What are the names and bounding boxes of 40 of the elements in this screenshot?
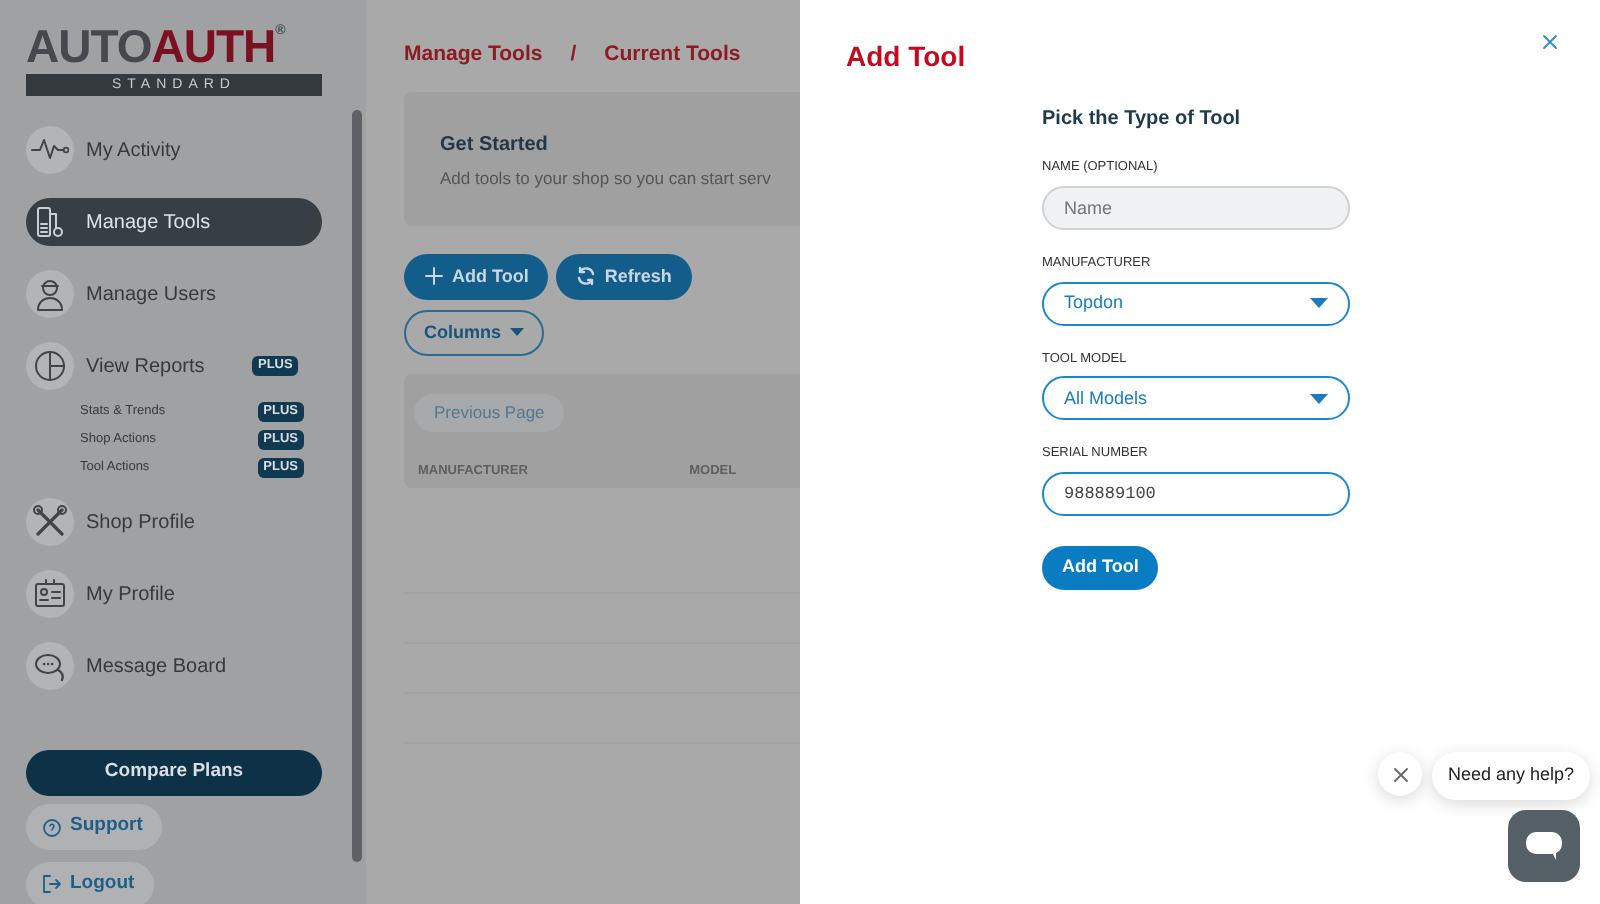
compare-plans-button[interactable]: Compare Plans: [26, 750, 322, 796]
card-text: Add tools to your shop so you can start serv: [440, 165, 773, 191]
breadcrumb-link[interactable]: Manage Tools: [404, 40, 543, 72]
refresh-icon: [576, 266, 597, 287]
chat-icon: [1526, 832, 1562, 860]
caret-icon: [509, 328, 524, 337]
form-heading: Pick the Type of Tool: [1042, 106, 1243, 134]
footer-link[interactable]: Support: [26, 804, 163, 850]
nav-item[interactable]: Shop Profile: [26, 498, 322, 546]
logout-icon: [42, 874, 62, 894]
dropdown-field[interactable]: All Models: [1042, 376, 1350, 421]
logo-text: AUTH: [151, 20, 276, 72]
add-tool-button[interactable]: Add Tool: [1042, 545, 1159, 590]
nav-item[interactable]: My Activity: [26, 126, 322, 174]
logo-text: AUTO: [26, 20, 152, 72]
chat-prompt: Need any help?: [1432, 752, 1591, 800]
chat-button[interactable]: [1508, 810, 1580, 882]
panel-title: Add Tool: [846, 38, 966, 76]
columns-dropdown[interactable]: Columns: [404, 309, 544, 356]
toolbar-button[interactable]: Add Tool: [404, 253, 549, 300]
footer-link[interactable]: Logout: [26, 861, 155, 904]
breadcrumb-link[interactable]: Current Tools: [604, 40, 741, 72]
dropdown-field[interactable]: Topdon: [1042, 281, 1350, 325]
nav-item[interactable]: My Profile: [26, 570, 322, 618]
input-field[interactable]: Name: [1042, 185, 1350, 230]
toolbar-button[interactable]: Refresh: [556, 253, 692, 300]
input-field[interactable]: 988889100: [1042, 472, 1350, 516]
nav-item[interactable]: Manage Users: [26, 270, 322, 318]
dismiss-button[interactable]: [1378, 752, 1422, 796]
caret-icon: [1310, 393, 1328, 404]
close-icon[interactable]: [1542, 34, 1558, 50]
nav-item[interactable]: Manage Tools: [26, 198, 322, 246]
breadcrumb-separator: /: [570, 40, 577, 70]
scrollbar[interactable]: [352, 110, 362, 862]
nav-item[interactable]: Message Board: [26, 642, 322, 690]
caret-icon: [1310, 298, 1328, 308]
card-title: Get Started: [440, 131, 550, 160]
plus-icon: [424, 266, 444, 287]
help-icon: [42, 817, 62, 837]
close-icon: [1393, 767, 1407, 781]
